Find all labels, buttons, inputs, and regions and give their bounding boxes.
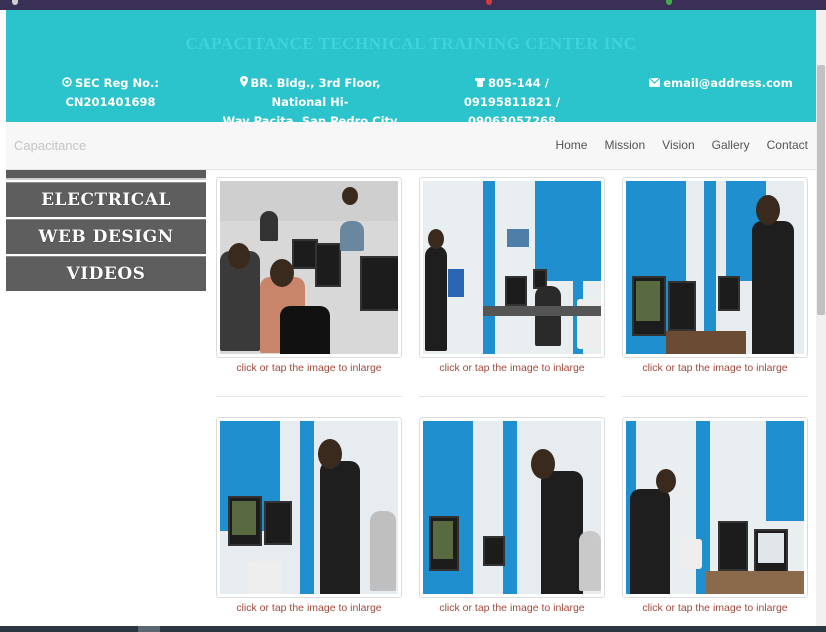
gallery-caption[interactable]: click or tap the image to inlarge	[622, 362, 808, 374]
gallery-thumbnail[interactable]	[216, 417, 402, 598]
classroom-photo	[626, 181, 804, 354]
sidebar-item-electrical[interactable]: ELECTRICAL	[6, 182, 206, 217]
bottom-horizontal-scrollbar[interactable]	[0, 626, 826, 632]
sec-registration: SEC Reg No.: CN201401698	[28, 74, 193, 112]
email-block[interactable]: email@address.com	[646, 74, 796, 93]
nav-contact[interactable]: Contact	[767, 138, 808, 152]
gallery-thumbnail[interactable]	[419, 417, 605, 598]
sec-reg-text: SEC Reg No.: CN201401698	[65, 76, 159, 109]
nav-gallery[interactable]: Gallery	[712, 138, 750, 152]
sidebar-item-web-design[interactable]: WEB DESIGN	[6, 219, 206, 254]
navbar-brand[interactable]: Capacitance	[14, 138, 86, 153]
nav-home[interactable]: Home	[555, 138, 587, 152]
top-strip-dot	[486, 0, 492, 5]
browser-top-strip	[0, 0, 826, 10]
email-link[interactable]: email@address.com	[663, 76, 792, 90]
gallery-caption[interactable]: click or tap the image to inlarge	[419, 362, 605, 374]
map-marker-icon	[239, 74, 248, 93]
horizontal-scrollbar-thumb[interactable]	[138, 626, 160, 632]
scrollbar-thumb[interactable]	[817, 65, 825, 315]
page-scrollbar[interactable]	[816, 10, 826, 626]
address-line-1: BR. Bldg., 3rd Floor, National Hi-	[250, 76, 381, 109]
gallery-caption[interactable]: click or tap the image to inlarge	[622, 602, 808, 614]
location-pin-icon	[62, 74, 72, 93]
classroom-photo	[626, 421, 804, 594]
hero-banner: CAPACITANCE TECHNICAL TRAINING CENTER IN…	[6, 10, 816, 128]
gallery-thumbnail[interactable]	[216, 177, 402, 358]
top-strip-dot	[12, 0, 18, 5]
row-divider	[216, 396, 402, 397]
row-divider	[419, 396, 605, 397]
gallery-caption[interactable]: click or tap the image to inlarge	[216, 602, 402, 614]
classroom-photo	[423, 421, 601, 594]
envelope-icon	[648, 74, 661, 93]
category-sidebar: ELECTRICAL WEB DESIGN VIDEOS	[6, 170, 206, 291]
classroom-photo	[220, 421, 398, 594]
gallery-caption[interactable]: click or tap the image to inlarge	[419, 602, 605, 614]
nav-mission[interactable]: Mission	[604, 138, 645, 152]
top-strip-dot	[666, 0, 672, 5]
phone-icon	[475, 74, 485, 93]
site-brand-title: CAPACITANCE TECHNICAL TRAINING CENTER IN…	[185, 34, 637, 53]
main-navbar: Capacitance Home Mission Vision Gallery …	[6, 122, 816, 170]
row-divider	[622, 396, 808, 397]
gallery-thumbnail[interactable]	[419, 177, 605, 358]
classroom-photo	[423, 181, 601, 354]
nav-vision[interactable]: Vision	[662, 138, 694, 152]
gallery-thumbnail[interactable]	[622, 177, 808, 358]
nav-menu: Home Mission Vision Gallery Contact	[538, 138, 808, 152]
sidebar-top-stub	[6, 170, 206, 180]
classroom-photo	[220, 181, 398, 354]
gallery-caption[interactable]: click or tap the image to inlarge	[216, 362, 402, 374]
sidebar-item-videos[interactable]: VIDEOS	[6, 256, 206, 291]
gallery-thumbnail[interactable]	[622, 417, 808, 598]
